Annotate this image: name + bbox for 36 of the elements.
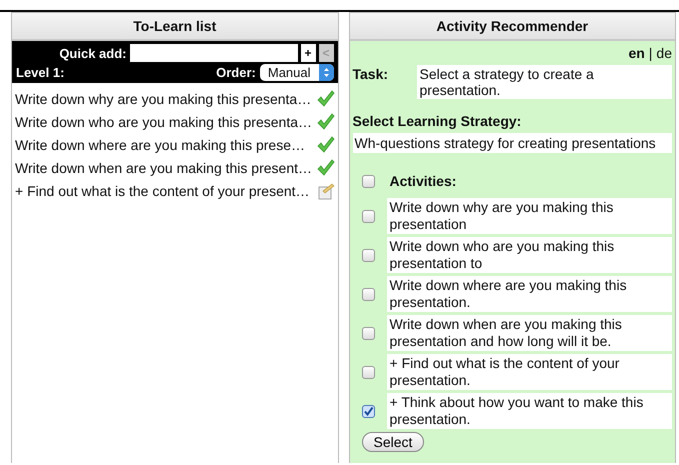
language-link[interactable]: de — [656, 45, 672, 61]
list-item[interactable]: Write down when are you making this present… — [15, 160, 312, 176]
activity-text: Write down where are you making this presentation. — [386, 276, 672, 312]
checkbox[interactable] — [362, 404, 374, 418]
activity-text: + Think about how you want to make this presentation. — [386, 393, 672, 429]
activity-text: Write down when are you making this presentation and how long will it be. — [386, 315, 672, 351]
add-button[interactable]: + — [300, 44, 316, 62]
panel-title: To-Learn list — [12, 13, 338, 41]
checkbox[interactable] — [362, 210, 374, 222]
language-link[interactable]: en — [628, 45, 645, 61]
strategy-label: Select Learning Strategy: — [352, 113, 522, 129]
checkbox[interactable] — [362, 326, 374, 340]
list-item[interactable]: Write down where are you making this prese… — [15, 136, 305, 152]
strategy-option[interactable]: Wh-questions strategy for creating presentations — [352, 133, 672, 153]
panel-title: Activity Recommender — [350, 13, 675, 41]
separator: | — [648, 45, 652, 61]
list-item[interactable]: Write down who are you making this presenta… — [15, 114, 312, 130]
activity-text: Write down who are you making this presentation to — [386, 237, 672, 273]
activities-header: Activities: — [388, 172, 458, 191]
updown-arrows-icon — [322, 67, 330, 78]
select-button[interactable]: Select — [362, 432, 424, 452]
order-label: Order: — [216, 65, 256, 80]
order-dropdown[interactable]: Manual — [260, 64, 334, 81]
level-label: Level 1: — [16, 65, 64, 80]
task-text: Select a strategy to create a presentation. — [416, 65, 672, 99]
activity-text: + Find out what is the content of your presentation. — [386, 354, 672, 390]
checkbox[interactable] — [362, 288, 374, 300]
list-item[interactable]: + Find out what is the content of your present… — [15, 182, 310, 198]
checkbox[interactable] — [362, 174, 374, 188]
checkbox[interactable] — [362, 366, 374, 378]
task-label: Task: — [352, 65, 390, 84]
quick-add-field[interactable] — [130, 44, 298, 62]
checkbox[interactable] — [362, 248, 374, 262]
quick-add-label: Quick add: — [59, 46, 126, 60]
activity-text: Write down why are you making this presentation — [386, 198, 672, 234]
list-item[interactable]: Write down why are you making this presenta… — [15, 90, 312, 106]
